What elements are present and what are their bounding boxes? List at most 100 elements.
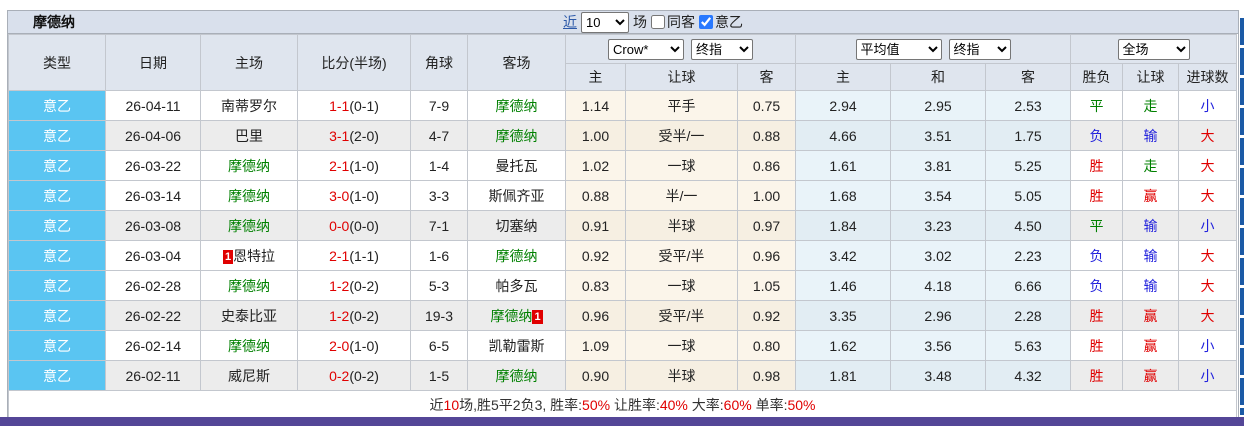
asian-odds-time-select[interactable]: 终指 [691, 38, 754, 60]
euro-draw-odds: 2.95 [890, 90, 987, 121]
fulltime-score: 3-0 [329, 187, 350, 204]
match-tbody: 意乙 26-04-11 南蒂罗尔 1-1(0-1) 7-9 摩德纳 1.14 平手 0.75 2.… [8, 90, 1238, 391]
match-row: 意乙 26-04-06 巴里 3-1(2-0) 4-7 摩德纳 1.00 受半/一 0.88 4.… [8, 120, 1238, 151]
corner-cell: 4-7 [410, 120, 468, 151]
euro-draw-odds: 3.81 [890, 150, 987, 181]
summary-segment: 50% [787, 396, 816, 413]
result-wdl-cell: 负 [1070, 120, 1124, 151]
league-cell: 意乙 [8, 180, 106, 211]
corner-cell: 6-5 [410, 330, 468, 361]
asian-away-odds: 0.88 [736, 120, 797, 151]
home-team-name: 摩德纳 [228, 217, 270, 234]
home-team-cell: 摩德纳 [200, 270, 298, 301]
asian-home-odds: 0.90 [565, 360, 626, 391]
result-handicap-cell: 赢 [1122, 180, 1180, 211]
euro-home-odds: 3.35 [795, 300, 892, 331]
asian-away-odds: 0.75 [736, 90, 797, 121]
result-handicap-cell: 赢 [1122, 360, 1180, 391]
away-team-name: 摩德纳 [495, 127, 538, 144]
asian-away-odds: 0.92 [736, 300, 797, 331]
recent-link[interactable]: 近 [563, 12, 577, 32]
date-cell: 26-04-11 [105, 90, 201, 121]
fulltime-score: 0-0 [329, 217, 350, 234]
asian-handicap: 平手 [625, 90, 738, 121]
col-type: 类型 [8, 34, 106, 91]
home-team-cell: 摩德纳 [200, 330, 298, 361]
away-team-name: 斯佩齐亚 [488, 187, 545, 204]
asian-home-odds: 1.09 [565, 330, 626, 361]
away-team-cell: 帕多瓦 [467, 270, 566, 301]
euro-odds-time-select[interactable]: 终指 [948, 38, 1011, 60]
match-count-select[interactable]: 10 [581, 11, 629, 33]
asian-home-odds: 0.92 [565, 240, 626, 271]
result-handicap-cell: 赢 [1122, 330, 1180, 361]
away-team-name: 凯勒雷斯 [488, 337, 545, 354]
result-goals-cell: 小 [1178, 330, 1238, 361]
euro-draw-odds: 3.23 [890, 210, 987, 241]
result-goals-cell: 大 [1178, 240, 1238, 271]
fulltime-score: 0-2 [329, 367, 350, 384]
fulltime-score: 1-1 [329, 97, 350, 114]
result-scope-select[interactable]: 全场 [1117, 38, 1190, 60]
euro-home-odds: 2.94 [795, 90, 892, 121]
away-team-cell: 斯佩齐亚 [467, 180, 566, 211]
match-row: 意乙 26-02-22 史泰比亚 1-2(0-2) 19-3 摩德纳 1 0.96 受平/半 0.… [8, 300, 1238, 331]
summary-segment: 近 [429, 396, 444, 413]
asian-handicap: 受平/半 [625, 240, 738, 271]
subcol-euro-home: 主 [795, 63, 892, 91]
result-goals-cell: 大 [1178, 270, 1238, 301]
home-team-cell: 1 恩特拉 [200, 240, 298, 271]
halftime-score: (0-1) [349, 97, 379, 114]
halftime-score: (2-0) [349, 127, 379, 144]
halftime-score: (1-1) [349, 247, 379, 264]
home-team-cell: 摩德纳 [200, 180, 298, 211]
asian-handicap: 半球 [625, 210, 738, 241]
corner-cell: 7-9 [410, 90, 468, 121]
summary-line: 近10场,胜5平2负3, 胜率:50% 让胜率:40% 大率:60% 单率:50… [7, 390, 1238, 419]
euro-away-odds: 4.50 [985, 210, 1072, 241]
away-team-name: 曼托瓦 [495, 157, 538, 174]
same-venue-checkbox[interactable] [651, 15, 665, 29]
result-wdl-cell: 胜 [1070, 330, 1124, 361]
home-team-name: 南蒂罗尔 [221, 97, 277, 114]
euro-odds-group-header: 平均值 终指 [795, 34, 1072, 64]
corner-cell: 3-3 [410, 180, 468, 211]
result-goals-cell: 小 [1178, 360, 1238, 391]
match-row: 意乙 26-03-22 摩德纳 2-1(1-0) 1-4 曼托瓦 1.02 一球 0.86 1.6… [8, 150, 1238, 181]
matches-table: 类型 日期 主场 比分(半场) 角球 客场 Crow* 终指 平均值 终指 全场… [7, 34, 1238, 419]
euro-away-odds: 4.32 [985, 360, 1072, 391]
summary-segment: 10 [443, 396, 460, 413]
league-filter-checkbox[interactable] [699, 15, 713, 29]
corner-cell: 1-6 [410, 240, 468, 271]
league-filter-toggle[interactable]: 意乙 [699, 12, 743, 32]
match-row: 意乙 26-02-11 威尼斯 0-2(0-2) 1-5 摩德纳 0.90 半球 0.98 1.8… [8, 360, 1238, 391]
home-team-name: 巴里 [235, 127, 263, 144]
same-venue-label: 同客 [667, 14, 695, 30]
asian-home-odds: 1.14 [565, 90, 626, 121]
match-row: 意乙 26-03-14 摩德纳 3-0(1-0) 3-3 斯佩齐亚 0.88 半/一 1.00 1… [8, 180, 1238, 211]
asian-odds-source-select[interactable]: Crow* [608, 38, 685, 60]
euro-away-odds: 5.63 [985, 330, 1072, 361]
home-team-cell: 巴里 [200, 120, 298, 151]
result-group-header: 全场 [1070, 34, 1238, 64]
halftime-score: (0-2) [349, 367, 379, 384]
corner-cell: 1-5 [410, 360, 468, 391]
asian-home-odds: 1.02 [565, 150, 626, 181]
subcol-euro-away: 客 [985, 63, 1072, 91]
asian-away-odds: 0.98 [736, 360, 797, 391]
rank-badge: 1 [532, 309, 543, 324]
league-filter-label: 意乙 [715, 14, 743, 30]
corner-cell: 5-3 [410, 270, 468, 301]
same-venue-toggle[interactable]: 同客 [651, 12, 695, 32]
away-team-name: 摩德纳 [490, 307, 533, 324]
score-cell: 0-2(0-2) [297, 360, 411, 391]
summary-segment: 40% [659, 396, 688, 413]
euro-odds-source-select[interactable]: 平均值 [855, 38, 942, 60]
league-cell: 意乙 [8, 330, 106, 361]
asian-handicap: 受半/一 [625, 120, 738, 151]
date-cell: 26-03-14 [105, 180, 201, 211]
home-team-name: 史泰比亚 [221, 307, 277, 324]
summary-segment: 大率: [687, 396, 724, 413]
euro-away-odds: 5.25 [985, 150, 1072, 181]
asian-handicap: 一球 [625, 330, 738, 361]
